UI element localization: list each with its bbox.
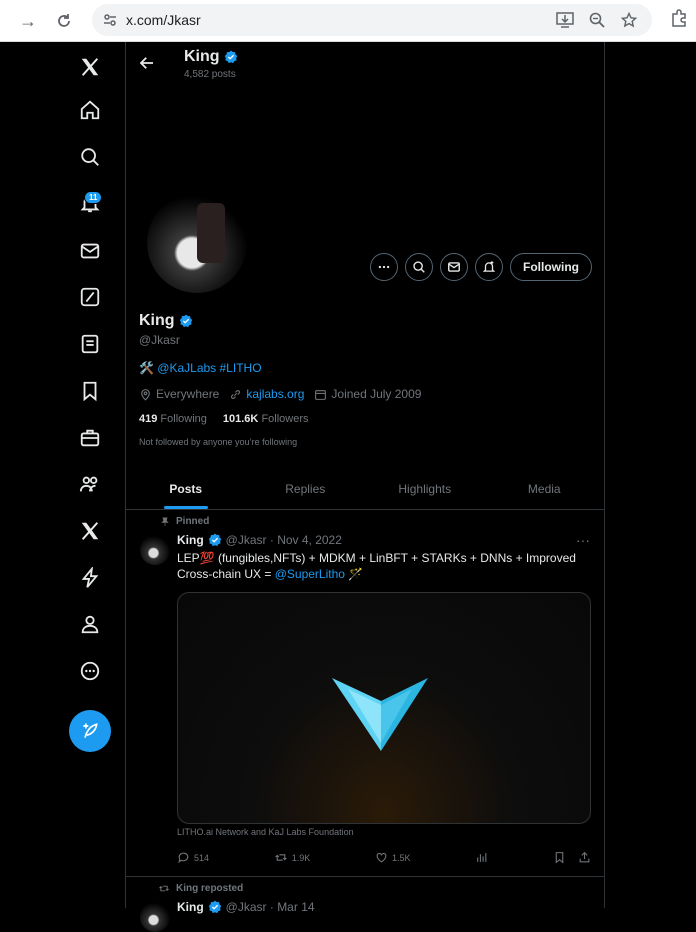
- post-more-icon[interactable]: ···: [576, 532, 590, 548]
- post-header: King @Jkasr · Nov 4, 2022: [177, 533, 342, 547]
- post-author-avatar[interactable]: [140, 902, 170, 932]
- tab-replies[interactable]: Replies: [246, 468, 366, 509]
- notify-bell-button[interactable]: [475, 253, 503, 281]
- more-circle-icon[interactable]: [72, 653, 108, 689]
- verified-badge-icon: [224, 50, 237, 64]
- not-followed-note: Not followed by anyone you’re following: [139, 437, 298, 447]
- zoom-icon[interactable]: [586, 10, 608, 30]
- lists-icon[interactable]: [72, 326, 108, 362]
- post-media-image[interactable]: [177, 592, 591, 824]
- bookmark-star-icon[interactable]: [618, 10, 640, 30]
- pinned-post[interactable]: Pinned King @Jkasr · Nov 4, 2022 ··· LEP…: [126, 511, 604, 877]
- bookmark-share-group: [553, 851, 591, 864]
- premium-x-icon[interactable]: [72, 513, 108, 549]
- heart-icon: [376, 852, 387, 863]
- profile-tabs: Posts Replies Highlights Media: [126, 468, 604, 510]
- reply-button[interactable]: 514: [177, 851, 209, 864]
- profile-name: King: [139, 312, 193, 330]
- post-author-name[interactable]: King: [177, 533, 204, 547]
- reply-icon: [178, 852, 189, 864]
- repost-indicator: King reposted: [158, 883, 243, 894]
- forward-icon[interactable]: →: [16, 9, 40, 33]
- more-dots-icon: [378, 265, 390, 269]
- post-mention-link[interactable]: @SuperLitho: [275, 567, 345, 581]
- calendar-icon: [315, 389, 327, 400]
- address-bar[interactable]: x.com/Jkasr: [92, 4, 652, 36]
- search-profile-button[interactable]: [405, 253, 433, 281]
- x-logo-icon[interactable]: [72, 49, 108, 85]
- site-settings-icon[interactable]: [102, 12, 118, 33]
- following-button[interactable]: Following: [510, 253, 592, 281]
- profile-person-icon[interactable]: [72, 606, 108, 642]
- profile-meta: Everywhere kajlabs.org Joined July 2009: [139, 387, 421, 401]
- communities-icon[interactable]: [72, 466, 108, 502]
- views-button[interactable]: [475, 851, 488, 864]
- follow-counts: 419 Following 101.6K Followers: [139, 413, 309, 425]
- messages-envelope-icon[interactable]: [72, 233, 108, 269]
- verified-orgs-lightning-icon[interactable]: [72, 560, 108, 596]
- bell-plus-icon: [482, 261, 496, 272]
- url-text: x.com/Jkasr: [126, 12, 201, 28]
- share-icon[interactable]: [578, 851, 591, 864]
- profile-handle: @Jkasr: [139, 333, 180, 347]
- header-post-count: 4,582 posts: [184, 69, 236, 80]
- post-author-avatar[interactable]: [140, 535, 170, 565]
- home-icon[interactable]: [72, 92, 108, 128]
- header-profile-name: King: [184, 48, 238, 66]
- search-icon: [413, 261, 425, 273]
- profile-actions: Following: [370, 253, 592, 281]
- bookmark-icon[interactable]: [553, 851, 566, 864]
- link-icon: [231, 389, 241, 399]
- following-count-link[interactable]: 419 Following: [139, 413, 207, 425]
- reload-icon[interactable]: [52, 9, 76, 33]
- back-arrow-icon[interactable]: [138, 54, 158, 74]
- profile-avatar[interactable]: [144, 190, 250, 296]
- notifications-badge: 11: [84, 191, 103, 204]
- jobs-briefcase-icon[interactable]: [72, 420, 108, 456]
- like-button[interactable]: 1.5K: [375, 851, 411, 864]
- location-pin-icon: [141, 388, 150, 401]
- post-actions: 514 1.9K 1.5K: [177, 851, 591, 864]
- profile-bio: 🛠️ @KaJLabs #LITHO: [139, 361, 262, 375]
- post-author-name[interactable]: King: [177, 900, 204, 914]
- more-options-button[interactable]: [370, 253, 398, 281]
- tab-posts[interactable]: Posts: [126, 468, 246, 509]
- envelope-icon: [448, 262, 460, 272]
- browser-toolbar: → x.com/Jkasr: [0, 0, 696, 42]
- verified-badge-icon: [208, 533, 221, 547]
- extensions-icon[interactable]: [670, 9, 688, 32]
- message-button[interactable]: [440, 253, 468, 281]
- explore-search-icon[interactable]: [72, 139, 108, 175]
- bio-links[interactable]: @KaJLabs #LITHO: [157, 361, 261, 375]
- sidebar: 11: [54, 42, 126, 908]
- grok-icon[interactable]: [72, 279, 108, 315]
- profile-main-column: King 4,582 posts Following King @Jkasr 🛠…: [125, 42, 605, 932]
- followers-count-link[interactable]: 101.6K Followers: [223, 413, 309, 425]
- repost-button[interactable]: 1.9K: [274, 851, 310, 864]
- repost-icon: [274, 854, 287, 861]
- tools-emoji-icon: 🛠️: [139, 361, 154, 375]
- media-caption: LITHO.ai Network and KaJ Labs Foundation: [177, 827, 354, 837]
- post-text: LEP💯 (fungibles,NFTs) + MDKM + LinBFT + …: [177, 551, 576, 581]
- compose-post-button[interactable]: [69, 710, 111, 752]
- post-header: King @Jkasr · Mar 14: [177, 900, 315, 914]
- feather-plus-icon: [83, 723, 98, 738]
- pin-icon: [161, 517, 169, 526]
- analytics-bars-icon: [477, 853, 487, 862]
- location-item: Everywhere: [139, 387, 219, 401]
- bookmarks-icon[interactable]: [72, 373, 108, 409]
- post-handle-date[interactable]: @Jkasr · Nov 4, 2022: [226, 533, 342, 547]
- website-link[interactable]: kajlabs.org: [246, 387, 304, 401]
- verified-badge-icon: [208, 900, 221, 914]
- tab-media[interactable]: Media: [485, 468, 605, 509]
- joined-item: Joined July 2009: [314, 387, 421, 401]
- tab-highlights[interactable]: Highlights: [365, 468, 485, 509]
- install-app-icon[interactable]: [554, 10, 576, 30]
- litho-logo-icon: [332, 678, 428, 751]
- repost-icon: [159, 885, 169, 892]
- website-item: kajlabs.org: [229, 387, 304, 401]
- verified-badge-icon: [179, 314, 192, 328]
- pinned-indicator: Pinned: [160, 516, 209, 527]
- post-handle-date[interactable]: @Jkasr · Mar 14: [226, 900, 315, 914]
